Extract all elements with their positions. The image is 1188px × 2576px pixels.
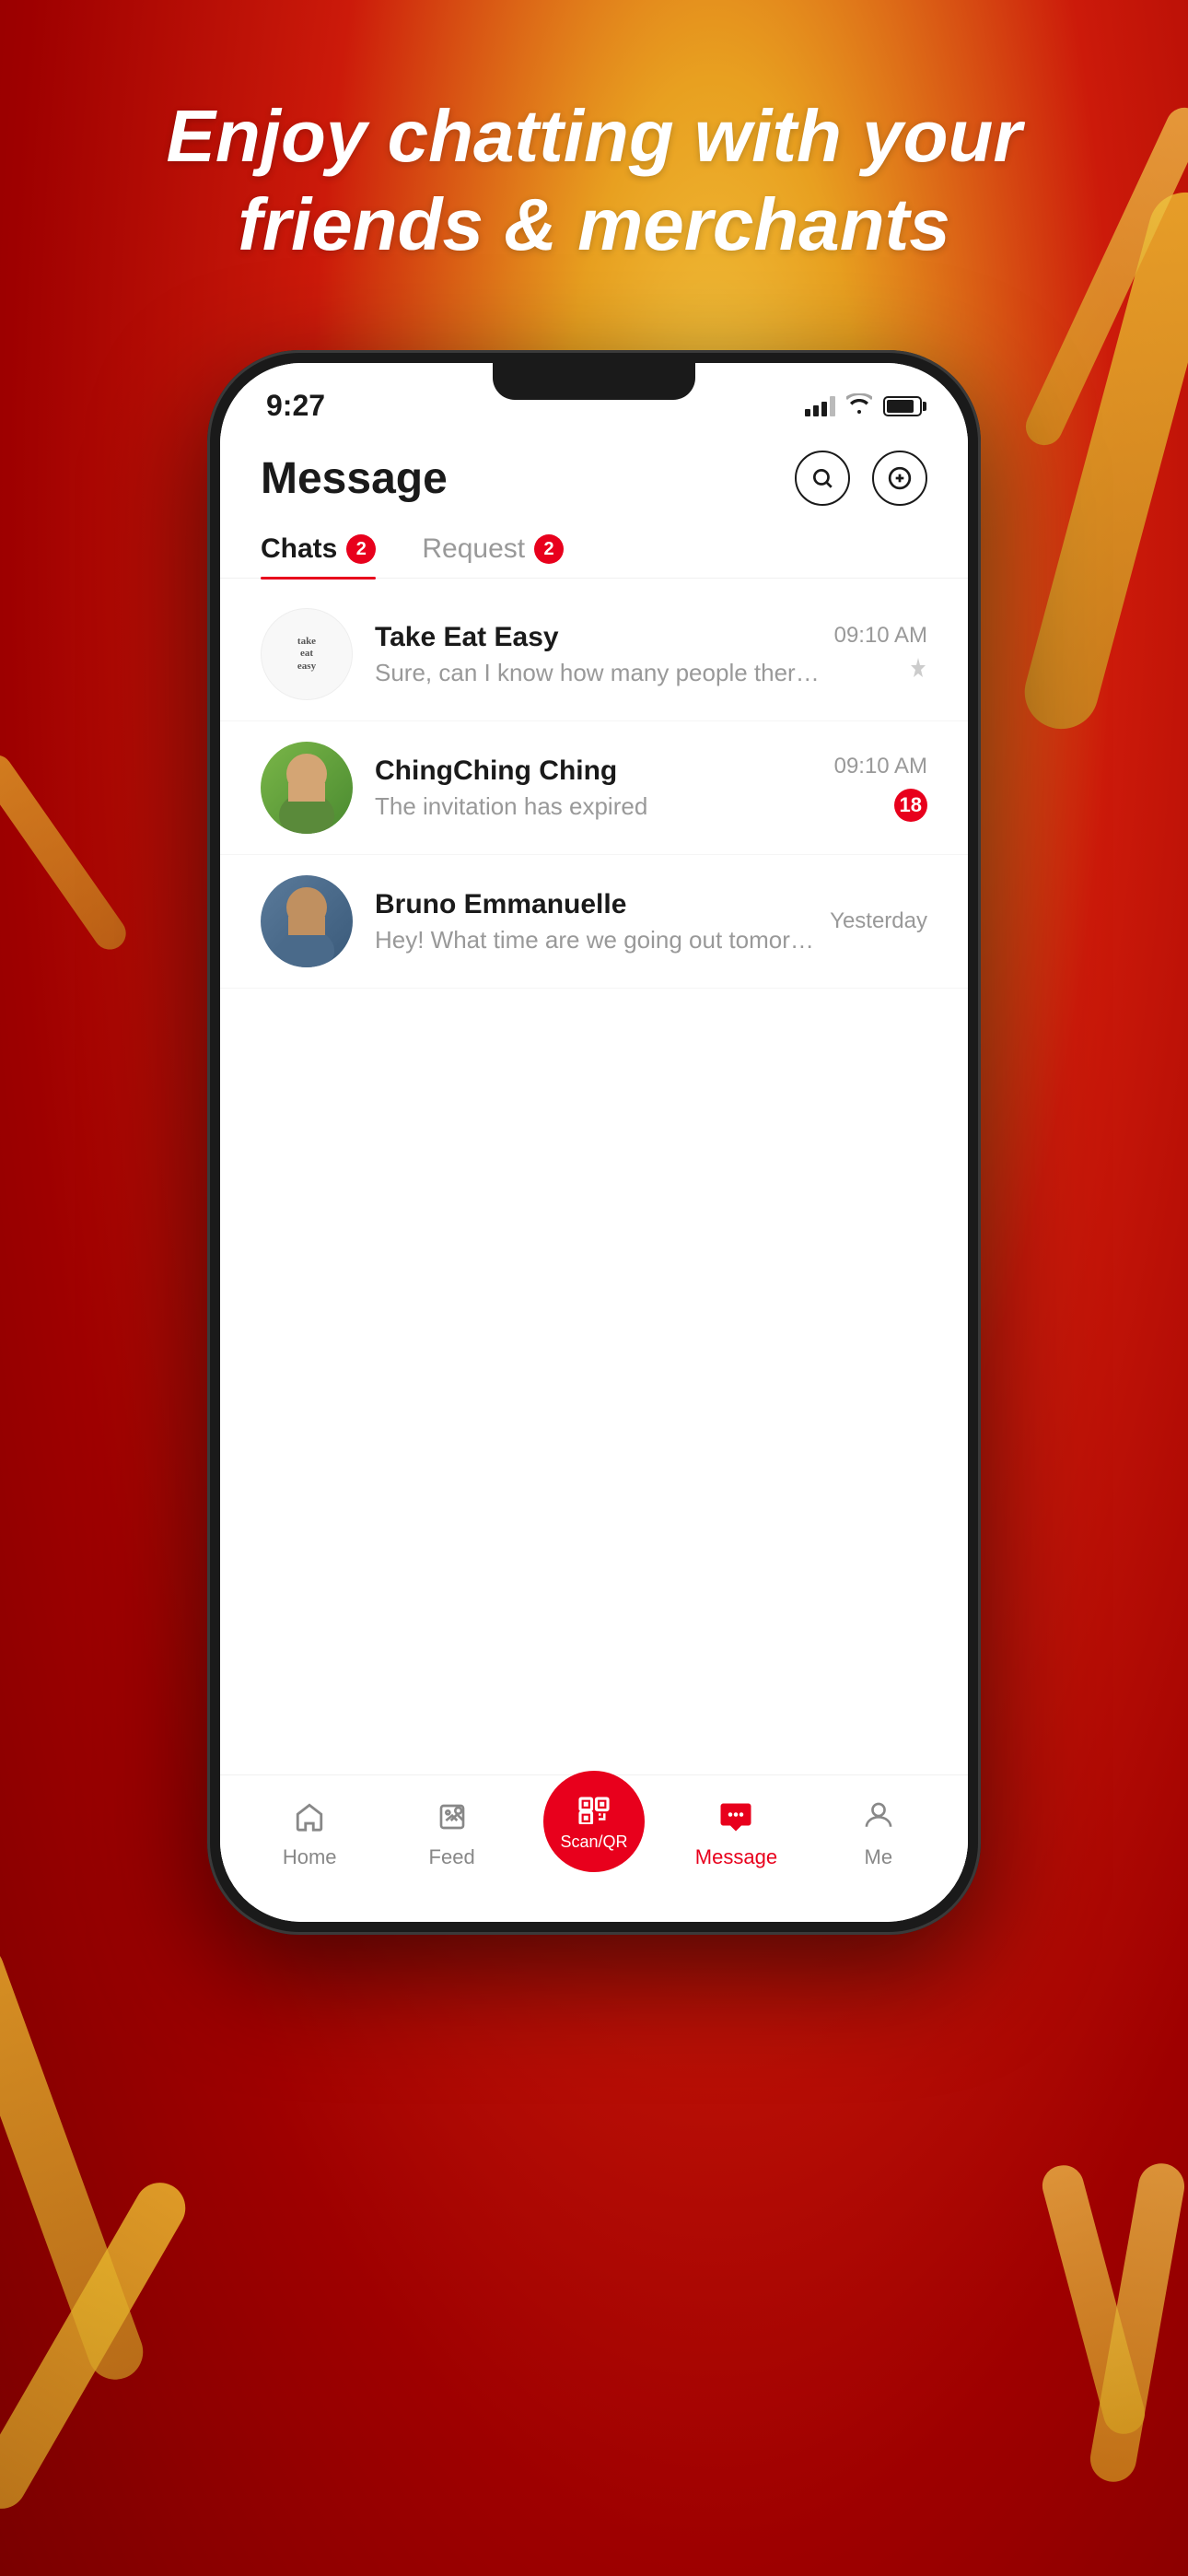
chat-info-bruno: Bruno Emmanuelle Hey! What time are we g… <box>375 889 819 954</box>
chat-info-chingching: ChingChing Ching The invitation has expi… <box>375 755 823 821</box>
chat-preview-bruno: Hey! What time are we going out tomorrow… <box>375 926 819 954</box>
chat-time-take-eat-easy: 09:10 AM <box>834 623 927 649</box>
feed-icon <box>437 1801 468 1840</box>
chat-list-container: takeeateasy Take Eat Easy Sure, can I kn… <box>220 588 968 1908</box>
scan-icon <box>576 1791 612 1832</box>
avatar-take-eat-easy: takeeateasy <box>261 608 353 700</box>
nav-item-home[interactable]: Home <box>239 1801 380 1869</box>
chat-meta-take-eat-easy: 09:10 AM <box>834 623 927 686</box>
message-icon <box>719 1800 752 1840</box>
wifi-icon <box>846 393 872 419</box>
chat-preview-take-eat-easy: Sure, can I know how many people there a… <box>375 659 823 687</box>
avatar-logo-text: takeeateasy <box>294 632 320 676</box>
app-content: Message <box>220 432 968 1908</box>
hero-text: Enjoy chatting with your friends & merch… <box>0 92 1188 269</box>
unread-badge-chingching: 18 <box>894 789 927 822</box>
avatar-chingching <box>261 742 353 834</box>
search-button[interactable] <box>795 451 850 506</box>
chat-info-take-eat-easy: Take Eat Easy Sure, can I know how many … <box>375 622 823 687</box>
add-button[interactable] <box>872 451 927 506</box>
scan-qr-button[interactable]: Scan/QR <box>543 1771 645 1872</box>
chat-preview-chingching: The invitation has expired <box>375 792 823 821</box>
chat-item-take-eat-easy[interactable]: takeeateasy Take Eat Easy Sure, can I kn… <box>220 588 968 721</box>
nav-item-message[interactable]: Message <box>665 1800 807 1869</box>
chat-meta-chingching: 09:10 AM 18 <box>834 754 927 822</box>
app-header: Message <box>220 432 968 521</box>
bottom-navigation: Home Feed <box>220 1774 968 1908</box>
nav-label-message: Message <box>695 1845 777 1869</box>
status-icons <box>805 393 922 419</box>
nav-item-me[interactable]: Me <box>808 1800 949 1869</box>
tab-chats[interactable]: Chats 2 <box>261 521 376 578</box>
tab-request[interactable]: Request 2 <box>422 521 564 578</box>
chat-item-bruno[interactable]: Bruno Emmanuelle Hey! What time are we g… <box>220 855 968 989</box>
signal-icon <box>805 396 835 416</box>
nav-label-scan: Scan/QR <box>561 1832 628 1852</box>
nav-label-feed: Feed <box>429 1845 475 1869</box>
tab-request-label: Request <box>422 533 525 565</box>
header-actions <box>795 451 927 506</box>
chat-name-bruno: Bruno Emmanuelle <box>375 889 819 920</box>
chat-name-take-eat-easy: Take Eat Easy <box>375 622 823 653</box>
avatar-bruno <box>261 875 353 967</box>
chat-time-chingching: 09:10 AM <box>834 754 927 779</box>
hero-line1: Enjoy chatting with your <box>74 92 1114 181</box>
status-time: 9:27 <box>266 389 325 423</box>
battery-icon <box>883 396 922 416</box>
page-title: Message <box>261 453 448 504</box>
tab-chats-label: Chats <box>261 533 337 565</box>
nav-label-home: Home <box>283 1845 337 1869</box>
hero-line2: friends & merchants <box>74 181 1114 269</box>
chat-time-bruno: Yesterday <box>830 908 927 934</box>
tab-chats-badge: 2 <box>346 534 376 564</box>
home-icon <box>294 1801 325 1840</box>
nav-label-me: Me <box>865 1845 893 1869</box>
chat-name-chingching: ChingChing Ching <box>375 755 823 787</box>
me-icon <box>864 1800 893 1840</box>
nav-item-feed[interactable]: Feed <box>380 1801 522 1869</box>
phone-frame: 9:27 <box>207 350 981 1935</box>
phone-notch <box>493 363 695 400</box>
phone-screen: 9:27 <box>220 363 968 1922</box>
chat-item-chingching[interactable]: ChingChing Ching The invitation has expi… <box>220 721 968 855</box>
chat-list: takeeateasy Take Eat Easy Sure, can I kn… <box>220 588 968 989</box>
tabs: Chats 2 Request 2 <box>220 521 968 579</box>
chat-meta-bruno: Yesterday <box>830 908 927 934</box>
pin-icon <box>909 658 927 686</box>
tab-request-badge: 2 <box>534 534 564 564</box>
nav-item-scan[interactable]: Scan/QR <box>523 1798 665 1872</box>
